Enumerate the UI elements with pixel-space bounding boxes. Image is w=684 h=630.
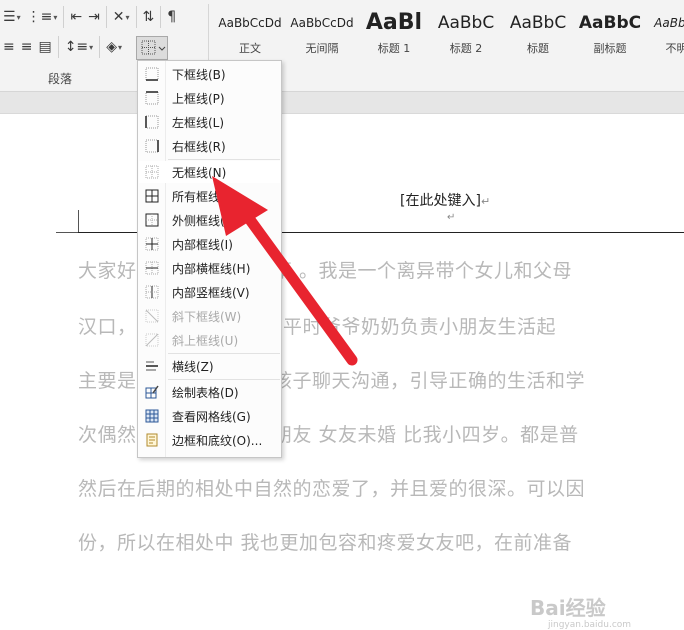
watermark-url: jingyan.baidu.com: [548, 620, 632, 630]
watermark: Bai经验: [530, 596, 606, 620]
annotation-arrow: [212, 176, 358, 366]
